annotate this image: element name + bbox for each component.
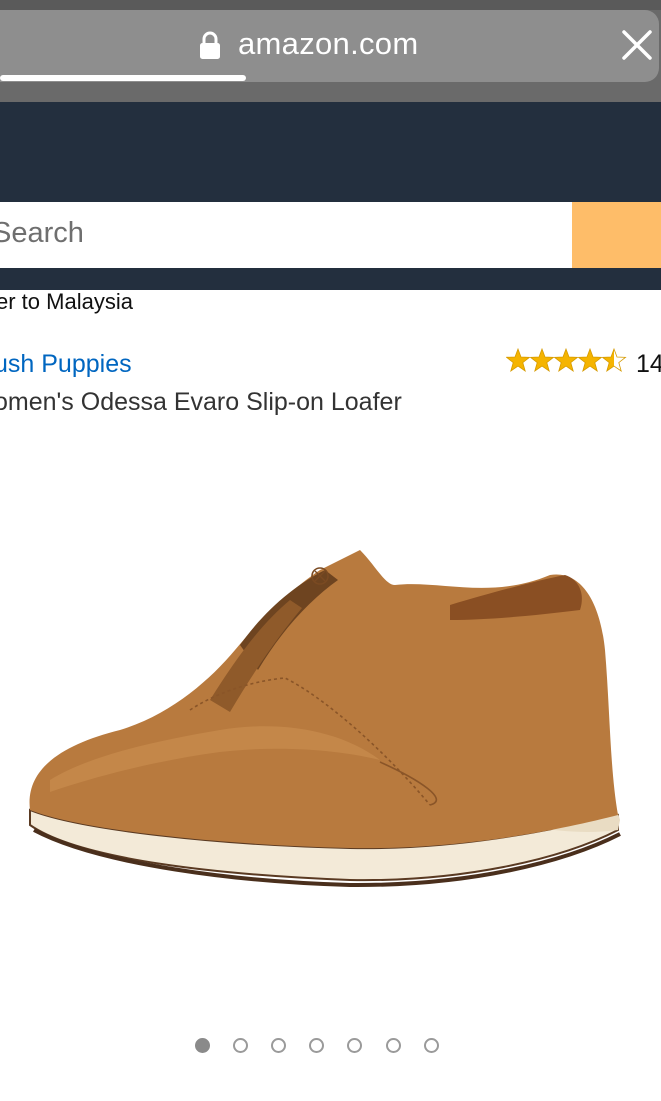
url-text[interactable]: amazon.com <box>238 26 418 62</box>
status-bar-strip <box>0 0 661 10</box>
star-icon <box>554 348 578 372</box>
carousel-dot[interactable] <box>309 1038 324 1053</box>
search-button[interactable] <box>572 202 661 268</box>
rating-count[interactable]: 14 <box>636 350 661 379</box>
page-load-progress <box>0 75 246 81</box>
half-star-icon <box>602 348 626 372</box>
star-rating[interactable] <box>506 348 630 374</box>
product-title: omen's Odessa Evaro Slip-on Loafer <box>0 388 402 416</box>
image-carousel-dots <box>0 1038 661 1058</box>
search-input[interactable] <box>0 202 572 268</box>
carousel-dot[interactable] <box>195 1038 210 1053</box>
star-icon <box>578 348 602 372</box>
carousel-dot[interactable] <box>233 1038 248 1053</box>
star-icon <box>530 348 554 372</box>
browser-url-bar: amazon.com <box>0 0 661 102</box>
carousel-dot[interactable] <box>424 1038 439 1053</box>
carousel-dot[interactable] <box>386 1038 401 1053</box>
lock-icon <box>200 31 220 59</box>
product-image[interactable] <box>20 530 640 910</box>
carousel-dot[interactable] <box>271 1038 286 1053</box>
star-icon <box>506 348 530 372</box>
carousel-dot[interactable] <box>347 1038 362 1053</box>
brand-link[interactable]: ush Puppies <box>0 350 132 379</box>
deliver-to-location[interactable]: er to Malaysia <box>0 289 133 315</box>
search-placeholder[interactable]: Search <box>0 217 84 250</box>
close-icon[interactable] <box>620 28 654 62</box>
